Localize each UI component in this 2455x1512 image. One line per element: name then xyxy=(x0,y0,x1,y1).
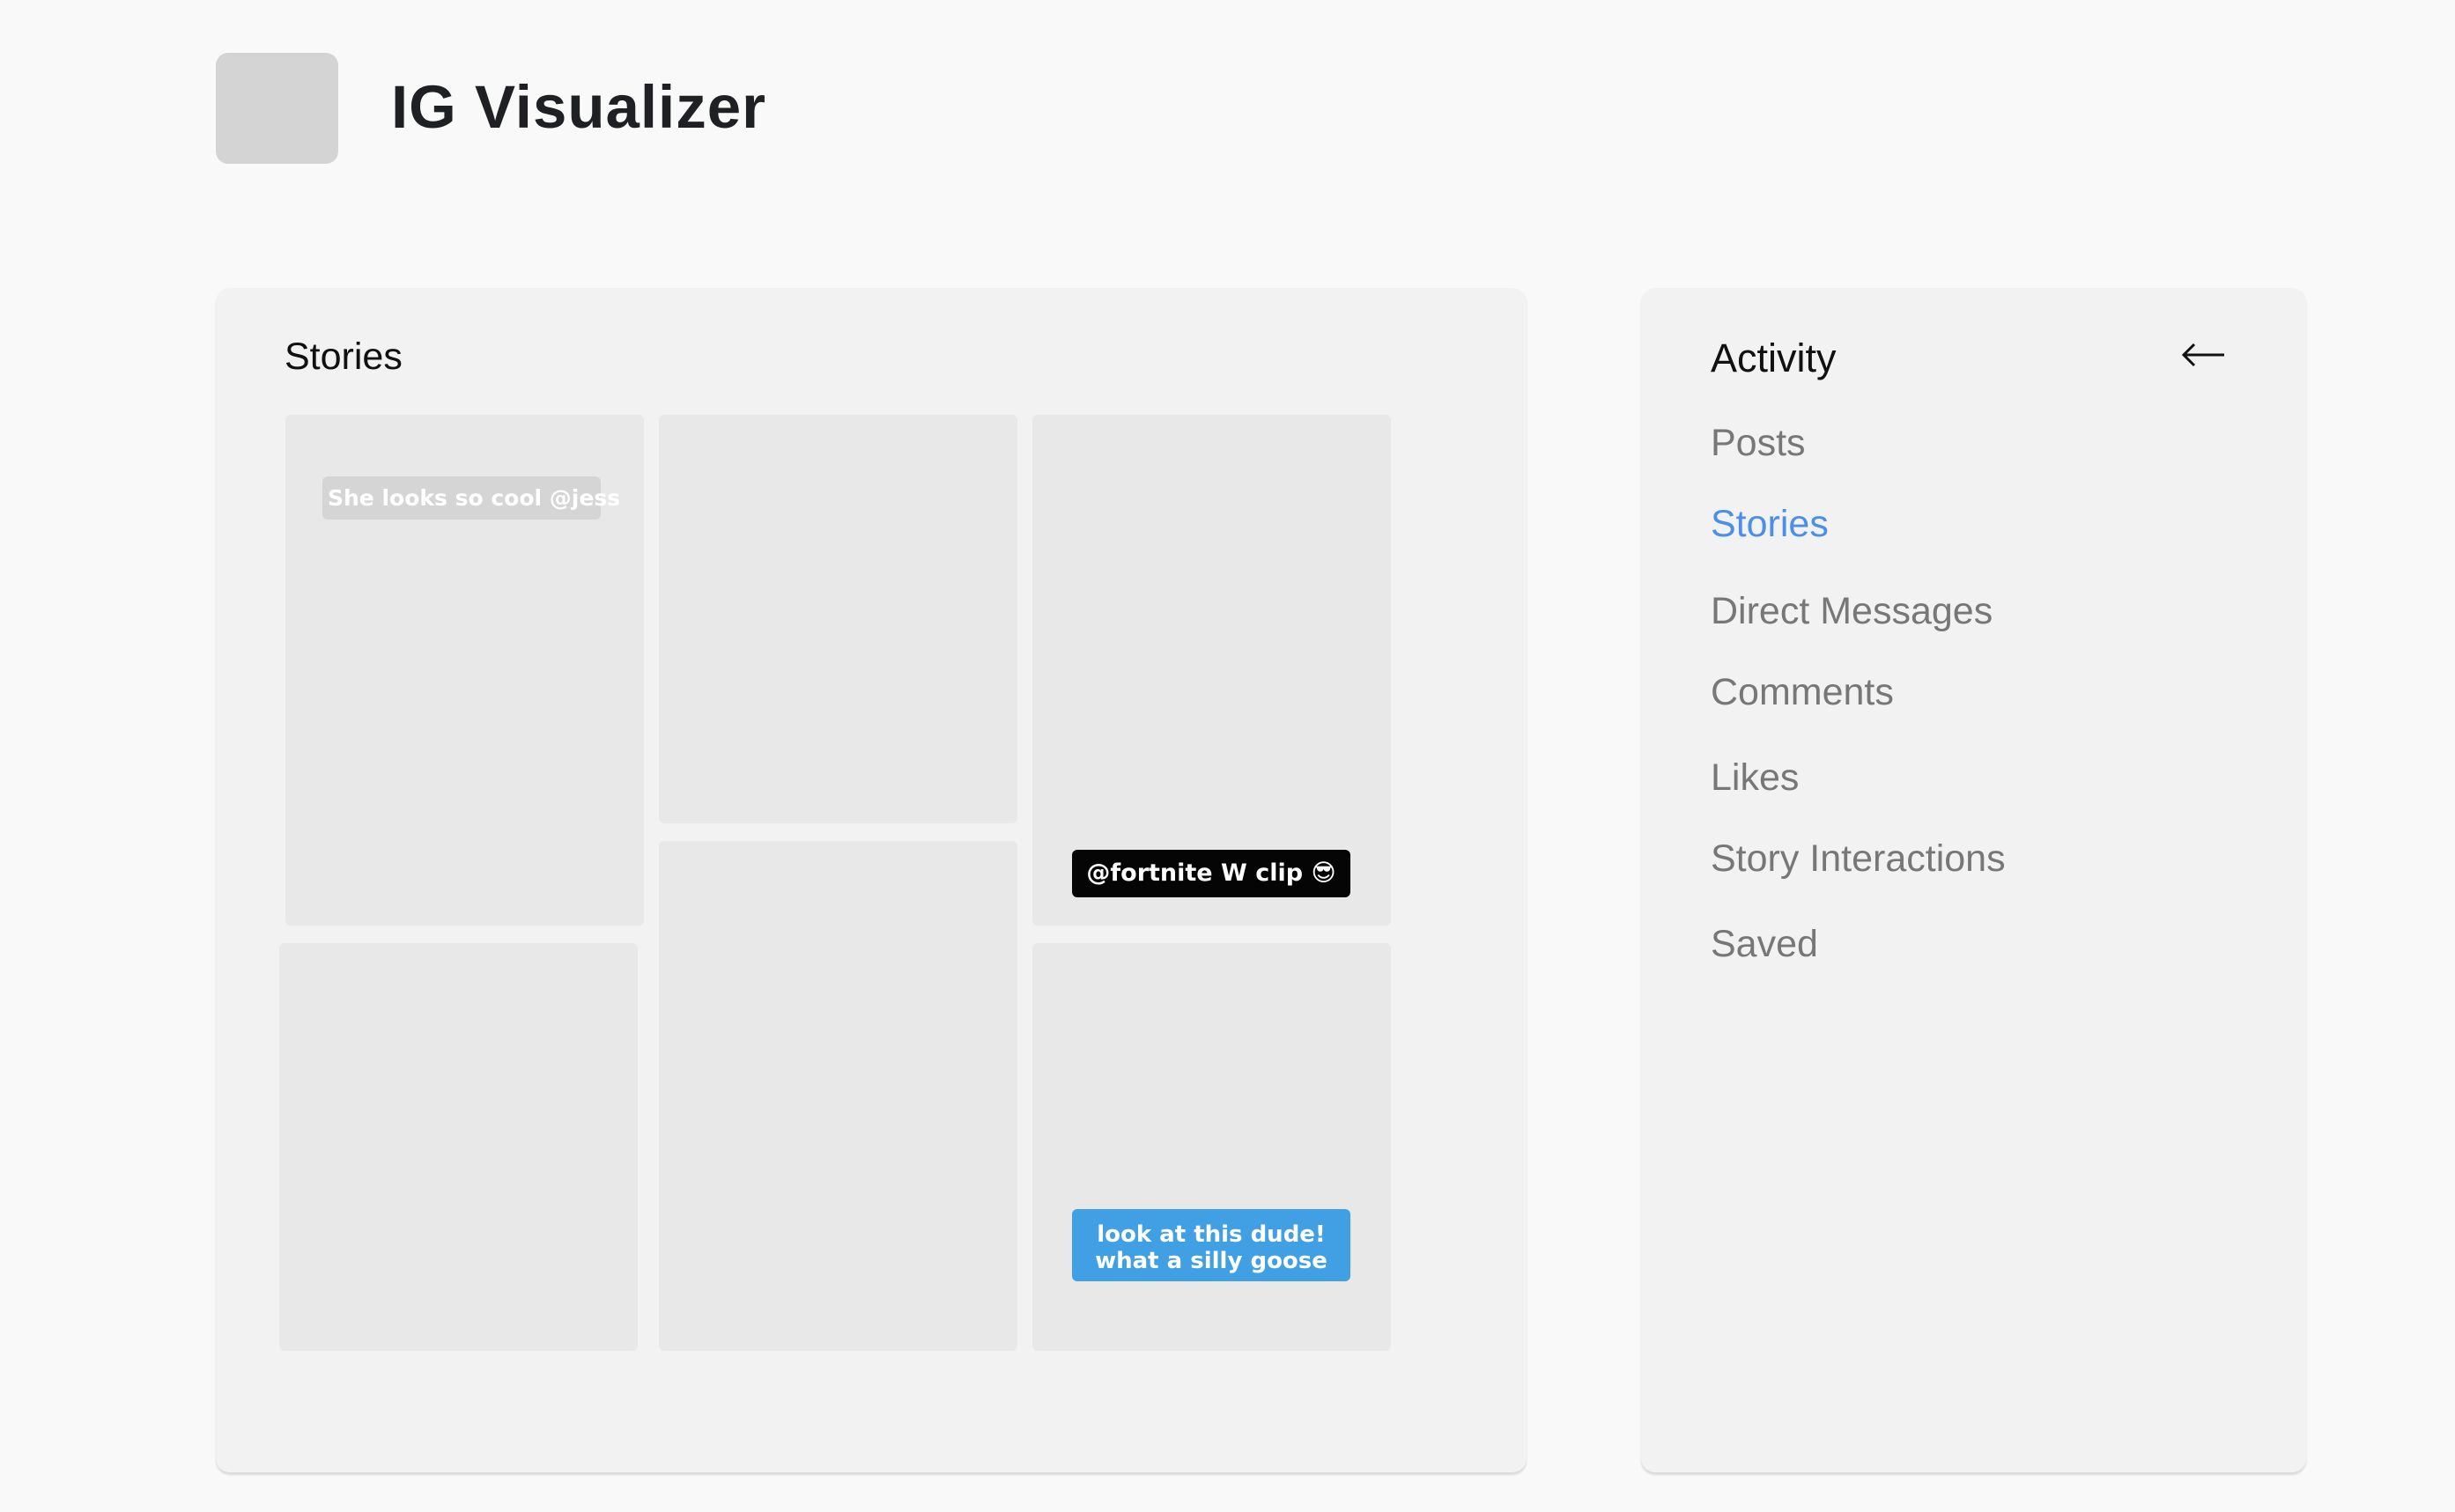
story-tile-5[interactable] xyxy=(659,841,1017,1351)
app-title: IG Visualizer xyxy=(391,73,766,141)
nav-item-likes[interactable]: Likes xyxy=(1711,756,1799,800)
app-logo xyxy=(216,53,338,164)
story-caption: @fortnite W clip 😎 xyxy=(1072,850,1350,897)
activity-panel-title: Activity xyxy=(1711,336,1837,380)
nav-item-comments[interactable]: Comments xyxy=(1711,671,1894,714)
story-caption: She looks so cool @jess xyxy=(322,476,620,520)
arrow-left-icon[interactable] xyxy=(2180,337,2226,372)
story-tile-1[interactable]: She looks so cool @jess xyxy=(285,415,644,926)
story-tile-4[interactable] xyxy=(279,943,638,1351)
stories-panel: Stories She looks so cool @jess @fortnit… xyxy=(216,288,1527,1472)
story-tile-3[interactable]: @fortnite W clip 😎 xyxy=(1032,415,1391,926)
activity-panel: Activity Posts Stories Direct Messages C… xyxy=(1641,288,2306,1472)
nav-item-stories[interactable]: Stories xyxy=(1711,503,1829,546)
story-tile-2[interactable] xyxy=(659,415,1017,823)
stories-panel-title: Stories xyxy=(285,336,403,378)
nav-item-saved[interactable]: Saved xyxy=(1711,923,1818,966)
app-root: IG Visualizer Stories She looks so cool … xyxy=(0,0,2455,1512)
story-tile-6[interactable]: look at this dude! what a silly goose xyxy=(1032,943,1391,1351)
story-caption-line: what a silly goose xyxy=(1095,1248,1327,1274)
nav-item-direct-messages[interactable]: Direct Messages xyxy=(1711,590,1993,633)
nav-item-posts[interactable]: Posts xyxy=(1711,422,1806,465)
story-caption: look at this dude! what a silly goose xyxy=(1072,1209,1350,1281)
nav-item-story-interactions[interactable]: Story Interactions xyxy=(1711,837,2006,881)
story-caption-line: look at this dude! xyxy=(1097,1221,1326,1248)
